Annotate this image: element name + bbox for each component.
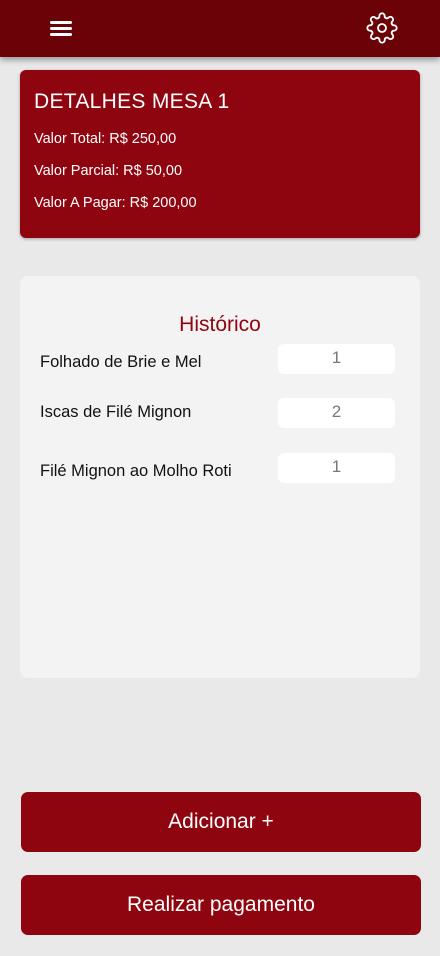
history-item-name: Iscas de Filé Mignon [40, 403, 192, 421]
valor-parcial: Valor Parcial: R$ 50,00 [34, 163, 183, 179]
top-app-bar [0, 0, 440, 57]
history-item-qty-field[interactable]: 1 [278, 344, 395, 374]
hamburger-menu-icon[interactable] [48, 17, 76, 39]
table-details-card: DETALHES MESA 1 Valor Total: R$ 250,00 V… [20, 70, 420, 238]
history-title: Histórico [179, 313, 261, 336]
gear-icon[interactable] [366, 12, 398, 44]
details-title: DETALHES MESA 1 [34, 90, 230, 113]
history-card: Histórico Folhado de Brie e Mel 1 Iscas … [20, 276, 420, 678]
history-item-name: Folhado de Brie e Mel [40, 353, 202, 371]
history-item-name: Filé Mignon ao Molho Roti [40, 462, 232, 480]
make-payment-button[interactable]: Realizar pagamento [21, 875, 421, 935]
history-item-qty-field[interactable]: 1 [278, 453, 395, 483]
valor-total: Valor Total: R$ 250,00 [34, 131, 177, 147]
history-item-qty-field[interactable]: 2 [278, 398, 395, 428]
add-button[interactable]: Adicionar + [21, 792, 421, 852]
valor-a-pagar: Valor A Pagar: R$ 200,00 [34, 195, 197, 211]
